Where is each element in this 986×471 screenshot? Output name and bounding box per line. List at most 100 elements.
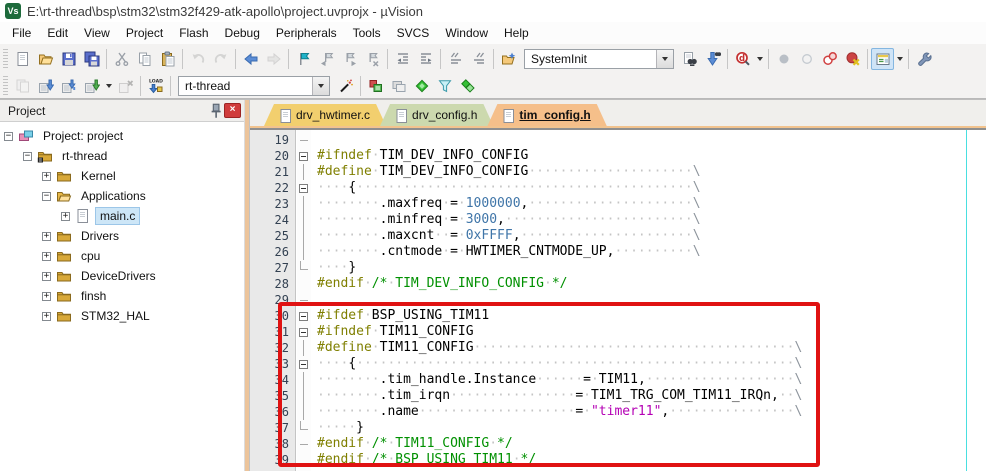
dropdown-caret-button[interactable] [894,48,905,70]
tree-item-stm32-hal[interactable]: +STM32_HAL [0,306,244,326]
save-button[interactable] [57,48,80,70]
editor-tabbar: drv_hwtimer.cdrv_config.htim_config.h [250,100,986,126]
toolbar-build: LOAD rt-thread [0,73,986,99]
menu-item-project[interactable]: Project [118,23,171,43]
paste-icon [160,51,176,67]
translate-button[interactable] [11,75,34,97]
bookmark-next-button[interactable] [338,48,361,70]
tree-item-drivers[interactable]: +Drivers [0,226,244,246]
tree-item-cpu[interactable]: +cpu [0,246,244,266]
tree-item-finsh[interactable]: +finsh [0,286,244,306]
cut-button[interactable] [110,48,133,70]
nav-back-button[interactable] [239,48,262,70]
find-folder-button[interactable] [497,48,520,70]
expand-expander-icon[interactable]: + [42,312,51,321]
bp-disable-all-button[interactable] [818,48,841,70]
close-panel-button[interactable]: × [224,103,241,118]
code-line: 22····{·································… [250,180,986,196]
load-button[interactable]: LOAD [144,75,167,97]
manage-items-button[interactable] [364,75,387,97]
menu-item-view[interactable]: View [76,23,118,43]
windows-grey-button[interactable] [387,75,410,97]
stop-build-button[interactable] [114,75,137,97]
redo-button[interactable] [209,48,232,70]
collapse-expander-icon[interactable]: − [42,192,51,201]
bp-hollow-button[interactable] [795,48,818,70]
copy-button[interactable] [133,48,156,70]
wrench-button[interactable] [912,48,935,70]
bookmark-prev-button[interactable] [315,48,338,70]
tab-drv-config-h[interactable]: drv_config.h [380,104,493,126]
menu-item-debug[interactable]: Debug [217,23,268,43]
tab-tim-config-h[interactable]: tim_config.h [487,104,606,126]
menu-item-flash[interactable]: Flash [171,23,216,43]
run-time-env-button[interactable] [410,75,433,97]
expand-expander-icon[interactable]: + [42,292,51,301]
combo-dropdown-button[interactable] [312,77,329,95]
paste-button[interactable] [156,48,179,70]
fold-margin-mark [296,212,311,228]
code-line: 39#endif·/*·BSP_USING_TIM11·*/ [250,452,986,468]
menu-item-window[interactable]: Window [437,23,496,43]
undo-button[interactable] [186,48,209,70]
expand-expander-icon[interactable]: + [42,172,51,181]
code-line: 29 [250,292,986,308]
tab-drv-hwtimer-c[interactable]: drv_hwtimer.c [264,104,386,126]
dropdown-caret-button[interactable] [754,48,765,70]
tree-item-kernel[interactable]: +Kernel [0,166,244,186]
collapse-expander-icon[interactable]: − [23,152,32,161]
line-number: 27 [250,260,296,276]
fold-collapse-icon[interactable] [296,356,311,372]
build-button[interactable] [34,75,57,97]
fold-collapse-icon[interactable] [296,148,311,164]
expand-expander-icon[interactable]: + [42,272,51,281]
nav-forward-button[interactable] [262,48,285,70]
tree-item-rt-thread[interactable]: −rt-thread [0,146,244,166]
indent-less-button[interactable] [391,48,414,70]
bookmark-button[interactable] [292,48,315,70]
menu-item-svcs[interactable]: SVCS [389,23,438,43]
tree-item-main-c[interactable]: +main.c [0,206,244,226]
fold-collapse-icon[interactable] [296,180,311,196]
line-number: 31 [250,324,296,340]
bp-filled-button[interactable] [772,48,795,70]
expand-expander-icon[interactable]: + [42,252,51,261]
batch-build-button[interactable] [80,75,103,97]
select-packs-button[interactable] [433,75,456,97]
save-all-button[interactable] [80,48,103,70]
menu-item-tools[interactable]: Tools [345,23,389,43]
wand-button[interactable] [334,75,357,97]
menu-item-help[interactable]: Help [496,23,537,43]
combo-dropdown-button[interactable] [656,50,673,68]
tree-item-project-project[interactable]: −Project: project [0,126,244,146]
menu-item-file[interactable]: File [4,23,39,43]
target-select-combobox[interactable]: rt-thread [178,76,330,96]
new-file-button[interactable] [11,48,34,70]
menu-item-edit[interactable]: Edit [39,23,76,43]
pack-installer-button[interactable] [456,75,479,97]
uncomment-button[interactable] [467,48,490,70]
bp-kill-all-button[interactable] [841,48,864,70]
rebuild-button[interactable] [57,75,80,97]
find-in-files-button[interactable] [678,48,701,70]
expand-expander-icon[interactable]: + [42,232,51,241]
tree-item-devicedrivers[interactable]: +DeviceDrivers [0,266,244,286]
fold-collapse-icon[interactable] [296,308,311,324]
collapse-expander-icon[interactable]: − [4,132,13,141]
code-area[interactable]: 1920#ifndef·TIM_DEV_INFO_CONFIG21#define… [250,130,986,471]
fold-collapse-icon[interactable] [296,324,311,340]
find-in-files-icon [682,51,698,67]
debug-find-button[interactable]: d [731,48,754,70]
expand-expander-icon[interactable]: + [61,212,70,221]
tree-item-applications[interactable]: −Applications [0,186,244,206]
indent-more-button[interactable] [414,48,437,70]
pin-panel-button[interactable] [206,102,224,119]
menu-item-peripherals[interactable]: Peripherals [268,23,345,43]
function-search-combobox[interactable]: SystemInit [524,49,674,69]
run-to-line-button[interactable] [701,48,724,70]
dropdown-caret-button[interactable] [103,75,114,97]
comment-button[interactable] [444,48,467,70]
bookmark-clear-button[interactable] [361,48,384,70]
panel-views-button[interactable] [871,48,894,70]
open-folder-button[interactable] [34,48,57,70]
